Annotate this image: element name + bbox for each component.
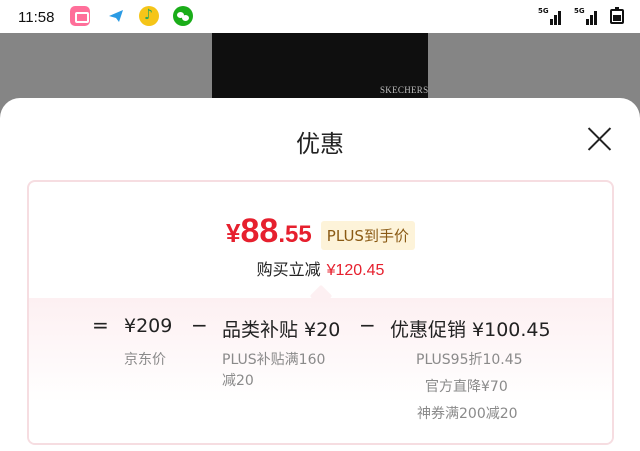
telegram-app-icon xyxy=(106,6,126,26)
final-price: ¥88.55 xyxy=(226,212,312,251)
price-row: ¥88.55 PLUS到手价 xyxy=(29,212,612,251)
equals-sign: = xyxy=(92,313,109,337)
sheet-title: 优惠 xyxy=(296,130,344,158)
wechat-app-icon xyxy=(173,6,193,26)
promo-discount: 优惠促销 ¥100.45 xyxy=(390,319,551,341)
reduce-amount: ¥120.45 xyxy=(326,262,385,279)
minus-sign: − xyxy=(191,313,208,337)
promo-detail: 神券满200减20 xyxy=(417,406,518,422)
music-app-icon xyxy=(139,6,159,26)
price-card: ¥88.55 PLUS到手价 购买立减 ¥120.45 = ¥209 京东价 − … xyxy=(27,180,614,445)
product-brand-logo: SKECHERS xyxy=(380,85,429,95)
promo-detail: 官方直降¥70 xyxy=(425,379,508,395)
reduce-label: 购买立减 xyxy=(256,260,321,279)
price-currency: ¥ xyxy=(226,218,241,248)
reduce-row: 购买立减 ¥120.45 xyxy=(29,256,612,280)
signal-icon: 5G xyxy=(538,7,562,25)
close-button[interactable] xyxy=(580,120,618,158)
battery-icon xyxy=(610,7,624,24)
price-breakdown: = ¥209 京东价 − 品类补贴 ¥20 PLUS补贴满160 减20 − 优… xyxy=(29,298,612,443)
plus-price-tag: PLUS到手价 xyxy=(320,221,415,250)
price-decimal: .55 xyxy=(278,221,312,248)
price-integer: 88 xyxy=(240,212,279,250)
discount-sheet: 优惠 ¥88.55 PLUS到手价 购买立减 ¥120.45 = ¥209 京东价… xyxy=(0,98,640,451)
bilibili-app-icon xyxy=(70,6,90,26)
signal-icon: 5G xyxy=(574,7,598,25)
category-subsidy-detail: 减20 xyxy=(222,373,254,389)
status-time: 11:58 xyxy=(18,9,55,26)
status-bar: 11:58 5G 5G xyxy=(0,0,640,33)
base-price-label: 京东价 xyxy=(124,352,166,368)
base-price: ¥209 xyxy=(124,315,173,337)
category-subsidy-detail: PLUS补贴满160 xyxy=(222,352,326,368)
minus-sign: − xyxy=(359,313,376,337)
category-subsidy: 品类补贴 ¥20 xyxy=(222,319,341,341)
promo-detail: PLUS95折10.45 xyxy=(416,352,523,368)
